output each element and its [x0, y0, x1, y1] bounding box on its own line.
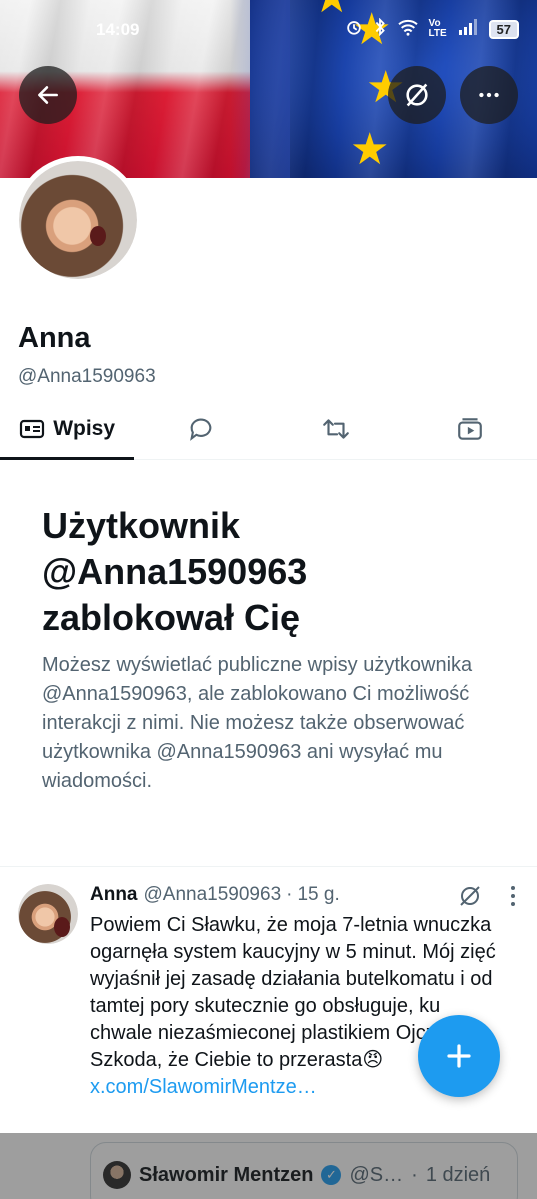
quoted-author-handle: @S… — [349, 1163, 404, 1186]
tweet-header: Anna @Anna1590963 · 15 g. — [90, 884, 340, 906]
blocked-notice: Użytkownik @Anna1590963 zablokował Cię M… — [42, 503, 512, 796]
more-vertical-icon[interactable] — [510, 885, 516, 912]
alarm-icon — [345, 18, 363, 40]
tab-replies[interactable] — [134, 398, 268, 459]
quoted-author-name: Sławomir Mentzen — [139, 1163, 314, 1186]
quoted-age: 1 dzień — [425, 1163, 491, 1186]
status-bar: 14:09 Vo LTE 57 — [0, 0, 537, 60]
tweet-author-name[interactable]: Anna — [90, 884, 138, 906]
blocked-title: Użytkownik @Anna1590963 zablokował Cię — [42, 505, 308, 638]
battery-icon: 57 — [488, 19, 519, 39]
plus-icon — [447, 1044, 471, 1068]
grok-icon — [406, 83, 428, 107]
tab-posts-label: Wpisy — [53, 416, 116, 440]
back-button[interactable] — [19, 66, 77, 124]
tweet-author-handle[interactable]: @Anna1590963 — [144, 884, 282, 906]
quoted-tweet-card[interactable]: Sławomir Mentzen ✓ @S… · 1 dzień — [90, 1142, 518, 1199]
wifi-icon — [397, 18, 419, 40]
grok-button[interactable] — [388, 66, 446, 124]
repost-icon — [322, 418, 349, 439]
media-icon — [458, 417, 482, 440]
blocked-description: Możesz wyświetlać publiczne wpisy użytko… — [42, 654, 473, 792]
bluetooth-icon — [373, 17, 387, 40]
tweet-avatar[interactable] — [18, 884, 78, 944]
verified-badge-icon: ✓ — [321, 1165, 342, 1185]
star-icon: ★ — [350, 125, 390, 174]
tab-media[interactable] — [403, 398, 537, 459]
grok-icon[interactable] — [458, 884, 482, 913]
volte-icon: Vo LTE — [428, 18, 447, 39]
profile-tabs: Wpisy — [0, 398, 537, 460]
more-horizontal-icon — [479, 92, 499, 98]
arrow-left-icon — [38, 86, 58, 104]
compose-button[interactable] — [418, 1015, 500, 1097]
tweet-age: 15 g. — [297, 884, 340, 905]
posts-icon — [20, 419, 45, 438]
reply-icon — [190, 418, 212, 441]
signal-icon — [458, 19, 479, 39]
quoted-avatar — [103, 1161, 131, 1189]
status-time: 14:09 — [96, 20, 140, 39]
profile-name: Anna — [18, 322, 91, 354]
divider — [0, 866, 537, 867]
profile-avatar[interactable] — [14, 156, 142, 284]
more-button[interactable] — [460, 66, 518, 124]
tab-posts[interactable]: Wpisy — [0, 398, 135, 460]
profile-handle: @Anna1590963 — [18, 366, 156, 387]
tab-reposts[interactable] — [269, 398, 403, 459]
